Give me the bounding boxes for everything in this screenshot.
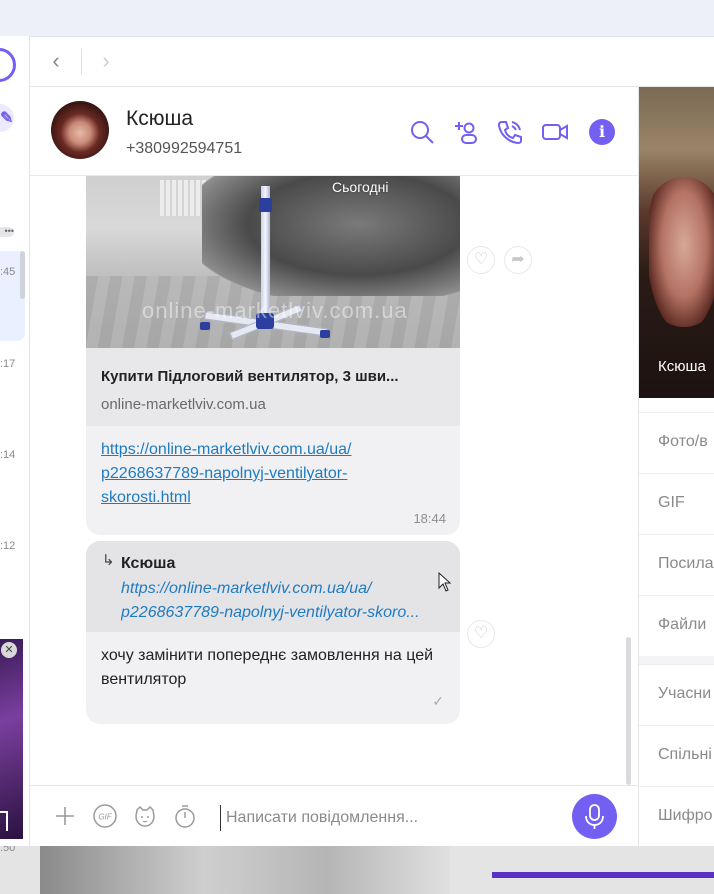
like-heart-icon[interactable]: ♡: [467, 620, 495, 648]
add-attachment-icon[interactable]: [52, 803, 78, 829]
background-window: :50: [0, 846, 714, 894]
forward-arrow-icon[interactable]: ›: [94, 49, 118, 73]
profile-ring-icon[interactable]: [0, 48, 16, 82]
message-input[interactable]: [226, 806, 556, 830]
info-row-encryption[interactable]: Шифро: [639, 786, 714, 847]
info-row-participants[interactable]: Учасни: [639, 664, 714, 725]
delivered-check-icon: ✓: [432, 693, 444, 709]
chat-time: :14: [0, 449, 16, 461]
link-title[interactable]: Купити Підлоговий вентилятор, 3 шви...: [101, 368, 451, 385]
back-arrow-icon[interactable]: ‹: [44, 49, 68, 73]
chat-time: :17: [0, 358, 16, 370]
sticker-bear-icon[interactable]: [132, 803, 158, 829]
photo-contact-name: Ксюша: [658, 358, 706, 375]
link-domain: online-marketlviv.com.ua: [101, 396, 266, 413]
microphone-icon: [585, 804, 604, 829]
link-preview-image[interactable]: online-marketlviv.com.ua: [86, 176, 460, 348]
chat-time: :12: [0, 540, 16, 552]
avatar[interactable]: [51, 101, 109, 159]
sidebar-scrollbar[interactable]: [20, 251, 25, 299]
mouse-cursor-icon: [438, 572, 452, 592]
message-composer: GIF: [30, 785, 638, 847]
nav-divider: [81, 49, 82, 75]
info-row-photos[interactable]: Фото/в: [639, 412, 714, 473]
video-thumbnail[interactable]: ✕: [0, 639, 23, 839]
message-scrollbar[interactable]: [626, 637, 631, 785]
navigation-bar: ‹ ›: [30, 37, 714, 87]
conversation-pane: Ксюша +380992594751 i online-marketlviv.…: [30, 87, 638, 847]
image-watermark: online-marketlviv.com.ua: [142, 298, 408, 323]
close-icon[interactable]: ✕: [1, 642, 17, 658]
date-separator: Сьогодні: [332, 179, 389, 195]
search-icon[interactable]: [408, 118, 436, 146]
section-divider: [639, 656, 714, 664]
message-link[interactable]: https://online-marketlviv.com.ua/ua/ p22…: [101, 438, 421, 510]
chat-time: :45: [0, 266, 16, 278]
contact-phone: +380992594751: [126, 140, 243, 157]
background-accent-bar: [492, 872, 714, 878]
quote-author: Ксюша: [121, 555, 176, 572]
info-row-common-groups[interactable]: Спільні: [639, 725, 714, 786]
link-preview-message[interactable]: online-marketlviv.com.ua Сьогодні Купити…: [86, 176, 460, 535]
message-list: online-marketlviv.com.ua Сьогодні Купити…: [30, 176, 638, 785]
voice-message-button[interactable]: [572, 794, 617, 839]
text-caret: [220, 805, 221, 831]
timer-icon[interactable]: [172, 803, 198, 829]
info-row-links[interactable]: Посила: [639, 534, 714, 595]
quoted-message[interactable]: ↳ Ксюша https://online-marketlviv.com.ua…: [86, 541, 460, 632]
compose-icon[interactable]: ✎: [0, 104, 14, 132]
svg-text:GIF: GIF: [98, 813, 112, 822]
chat-list-sidebar: ✎ ••• :45 :17 :14 :12 ✕: [0, 36, 30, 846]
quote-text[interactable]: https://online-marketlviv.com.ua/ua/ p22…: [121, 577, 446, 625]
reply-message[interactable]: ↳ Ксюша https://online-marketlviv.com.ua…: [86, 541, 460, 724]
message-time: 18:44: [413, 511, 446, 526]
window-top-strip: [0, 0, 714, 36]
chat-header: Ксюша +380992594751 i: [30, 87, 638, 176]
reply-arrow-icon: ↳: [102, 552, 115, 569]
chat-window: ‹ › Ксюша +380992594751 i online-marketl…: [30, 36, 714, 847]
call-icon[interactable]: [496, 118, 524, 146]
contact-photo[interactable]: Ксюша: [639, 87, 714, 398]
info-row-files[interactable]: Файли: [639, 595, 714, 656]
info-icon[interactable]: i: [589, 119, 615, 145]
video-call-icon[interactable]: [541, 118, 569, 146]
gif-icon[interactable]: GIF: [92, 803, 118, 829]
chat-time: :50: [0, 846, 16, 854]
like-heart-icon[interactable]: ♡: [467, 246, 495, 274]
forward-share-icon[interactable]: ➦: [504, 246, 532, 274]
contact-name[interactable]: Ксюша: [126, 107, 193, 131]
contact-info-panel: Ксюша Фото/в GIF Посила Файли Учасни Спі…: [638, 87, 714, 847]
background-image: [40, 846, 450, 894]
message-text: хочу замінити попереднє замовлення на це…: [101, 647, 434, 688]
add-contact-icon[interactable]: [452, 118, 480, 146]
expand-icon[interactable]: [0, 811, 8, 831]
info-row-gif[interactable]: GIF: [639, 473, 714, 534]
more-icon[interactable]: •••: [0, 227, 14, 237]
